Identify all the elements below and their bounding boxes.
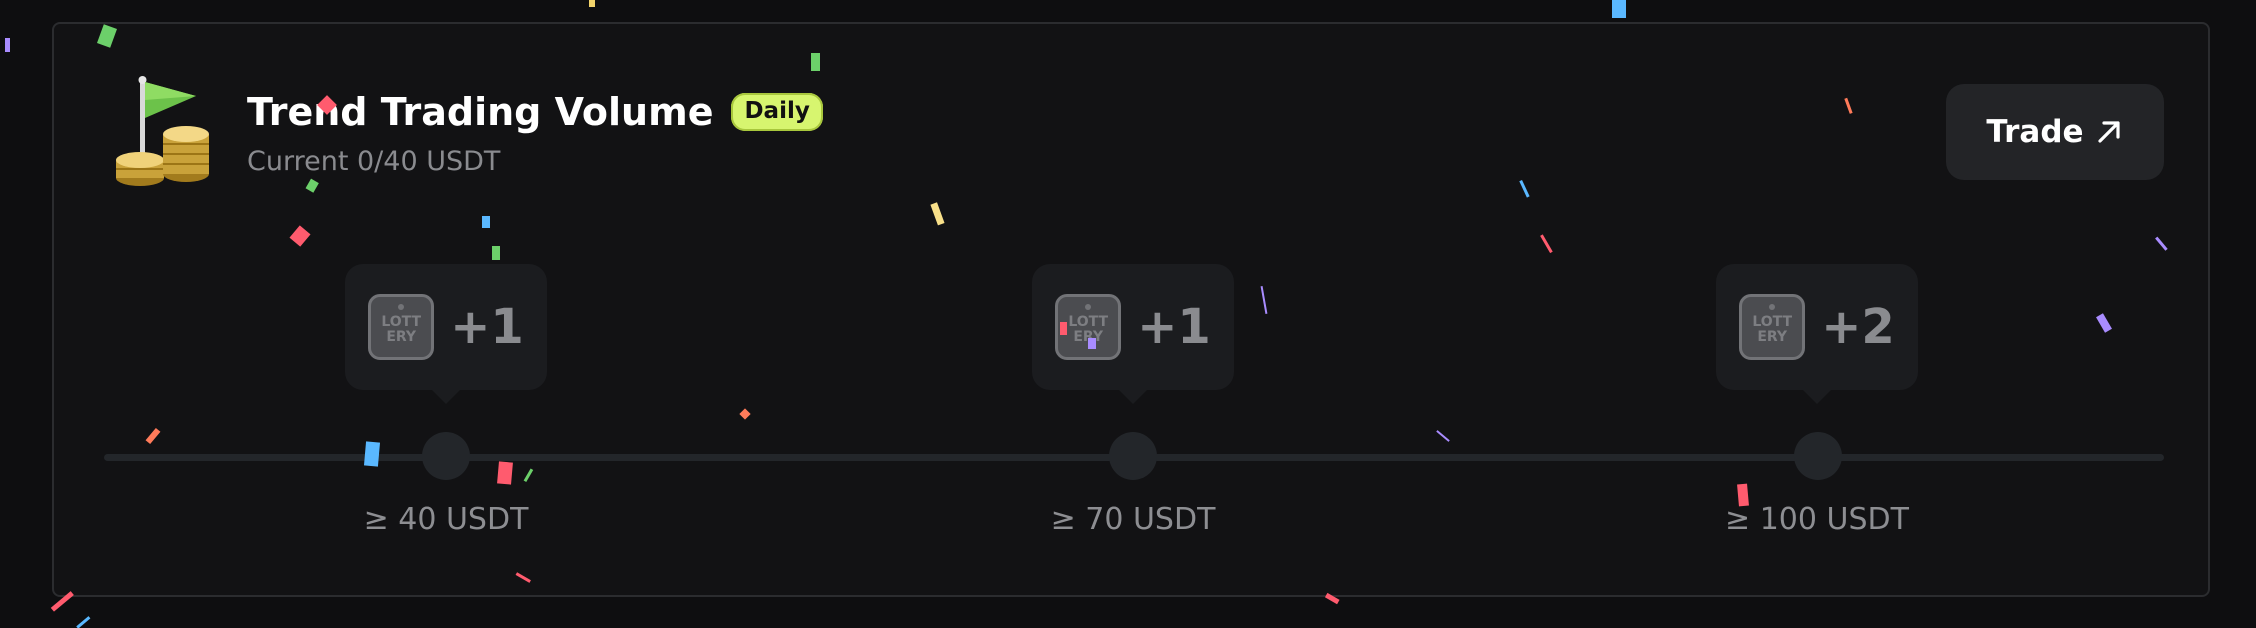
title-row: Trend Trading Volume Daily	[247, 82, 823, 142]
milestone-threshold-3: ≥ 100 USDT	[1725, 502, 1909, 537]
reward-count: +1	[450, 299, 524, 355]
page: Trend Trading Volume Daily Current 0/40 …	[0, 0, 2256, 628]
ticket-text: LOTT ERY	[1752, 314, 1793, 345]
milestone-threshold-2: ≥ 70 USDT	[1050, 502, 1216, 537]
milestone-node-3	[1794, 432, 1842, 480]
progress-text: Current 0/40 USDT	[247, 146, 501, 177]
task-card: Trend Trading Volume Daily Current 0/40 …	[52, 22, 2210, 597]
reward-count: +1	[1137, 299, 1211, 355]
trade-button[interactable]: Trade	[1946, 84, 2164, 180]
lottery-ticket-icon: LOTT ERY	[1055, 294, 1122, 360]
milestone-reward-1: LOTT ERY +1	[345, 264, 547, 404]
arrow-up-right-icon	[2097, 121, 2120, 143]
flag-coins-icon	[116, 76, 209, 186]
milestone-threshold-1: ≥ 40 USDT	[363, 502, 529, 537]
milestone-reward-3: LOTT ERY +2	[1716, 264, 1918, 404]
trade-button-label: Trade	[1986, 114, 2084, 150]
milestone-reward-2: LOTT ERY +1	[1032, 264, 1234, 404]
milestone-node-1	[422, 432, 470, 480]
ticket-text: LOTT ERY	[381, 314, 422, 345]
frequency-badge: Daily	[731, 93, 823, 131]
reward-count: +2	[1821, 299, 1895, 355]
task-title: Trend Trading Volume	[247, 90, 714, 134]
milestone-node-2	[1109, 432, 1157, 480]
lottery-ticket-icon: LOTT ERY	[368, 294, 435, 360]
ticket-text: LOTT ERY	[1068, 314, 1109, 345]
lottery-ticket-icon: LOTT ERY	[1739, 294, 1806, 360]
